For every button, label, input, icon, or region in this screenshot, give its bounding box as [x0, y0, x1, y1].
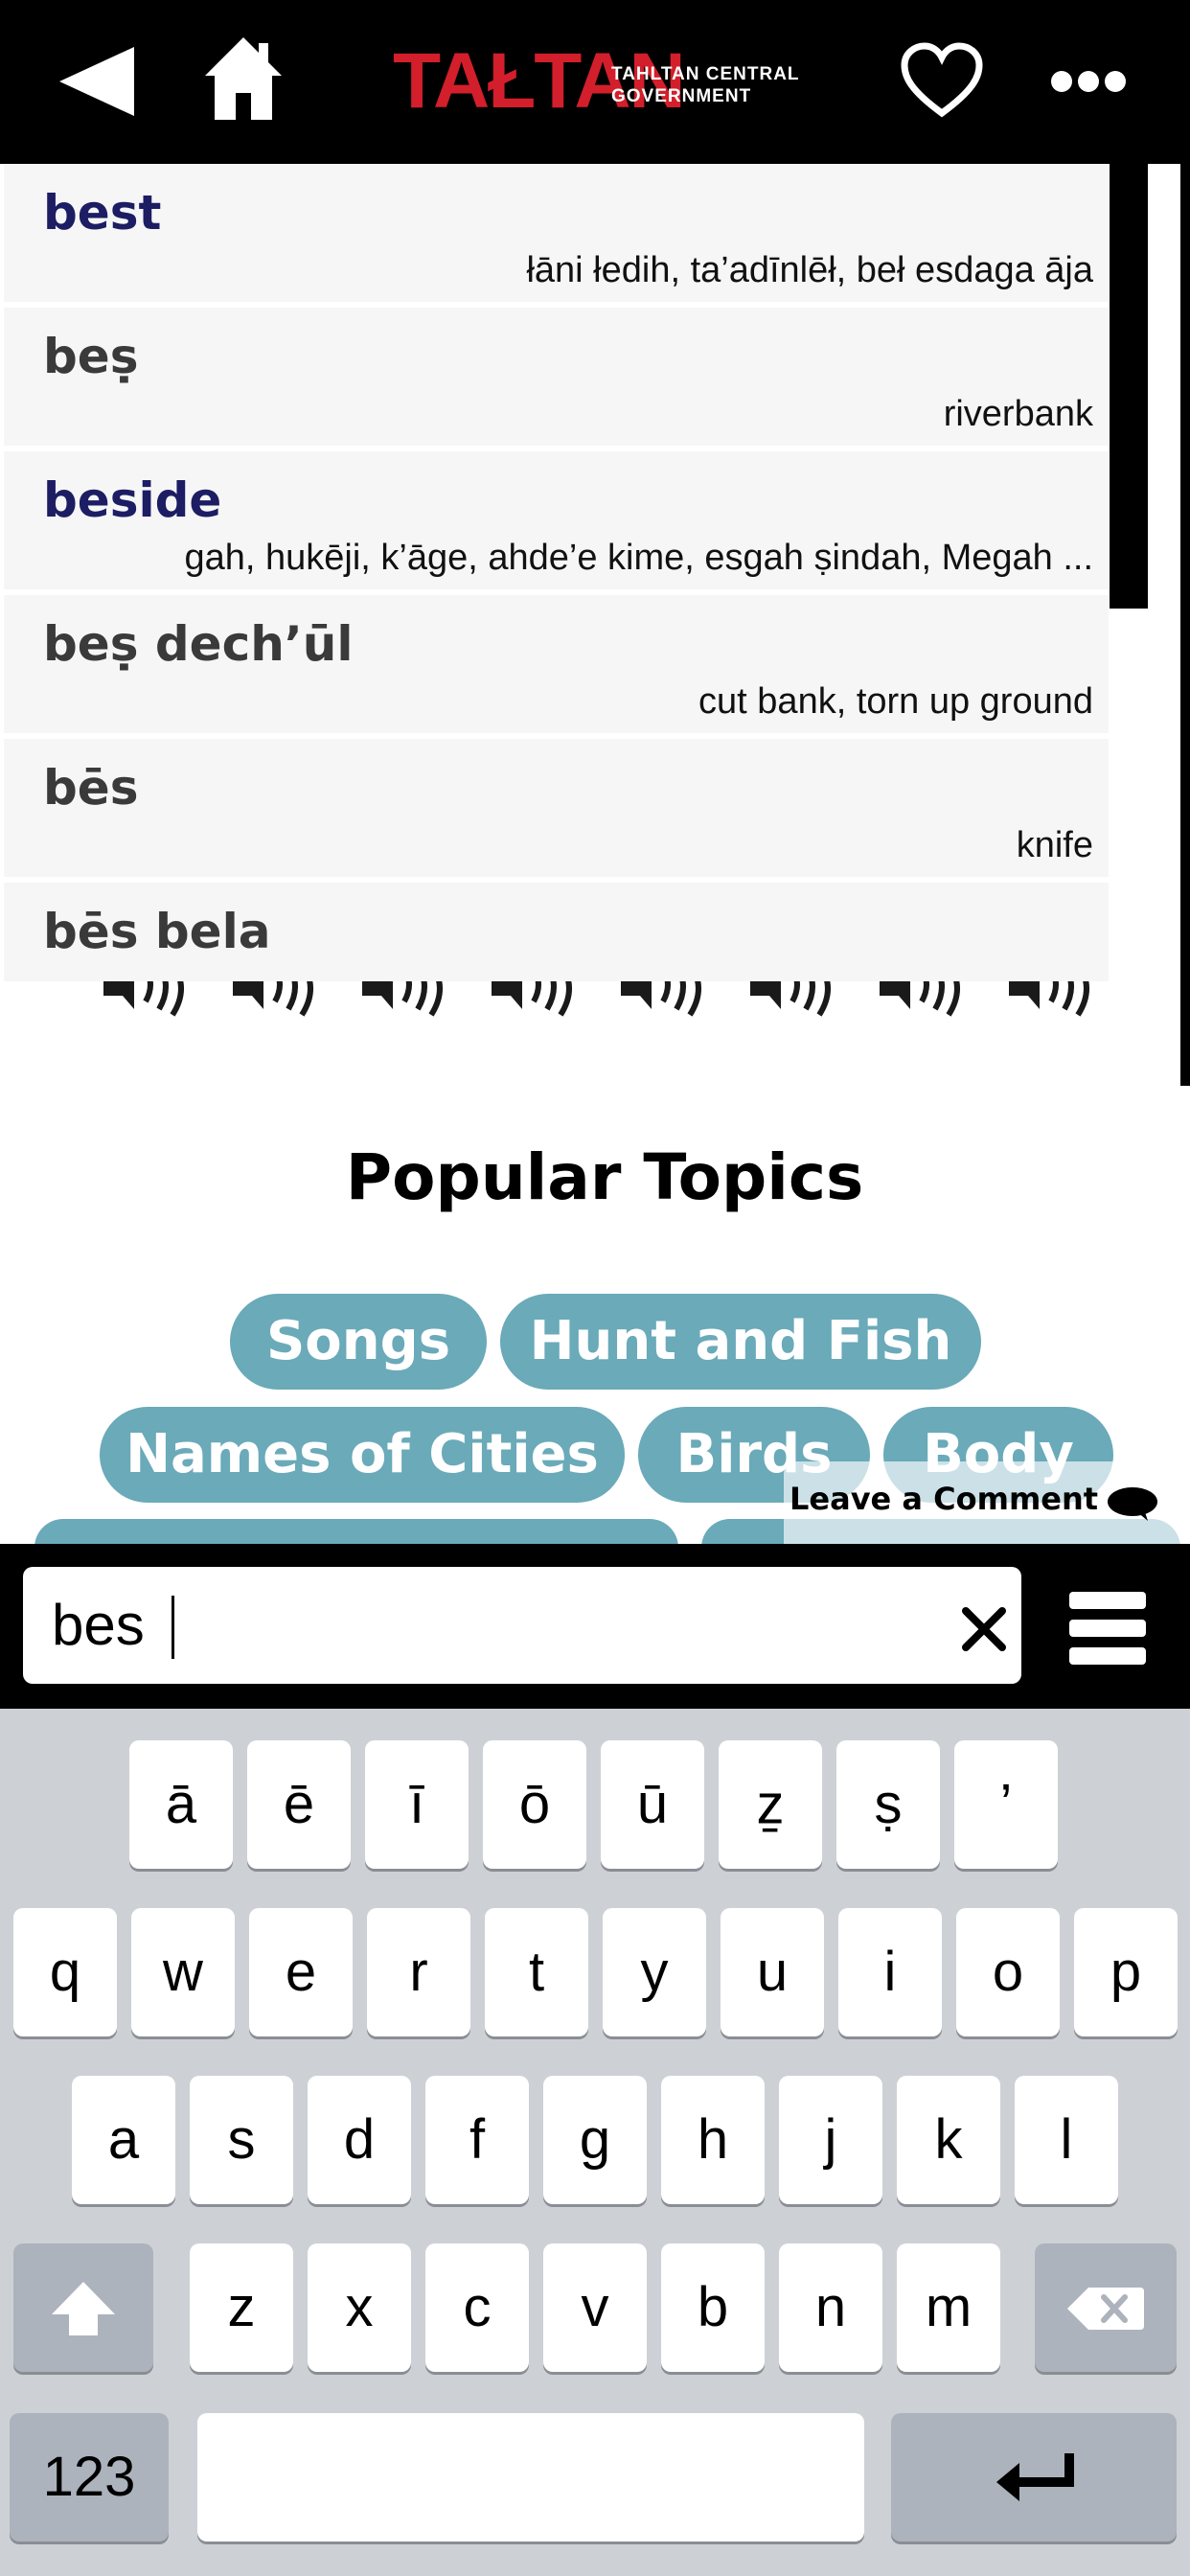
key-g[interactable]: g: [543, 2076, 647, 2204]
hamburger-icon-bar: [1069, 1647, 1146, 1665]
suggestion-translation: knife: [1016, 825, 1093, 865]
key-e[interactable]: e: [249, 1908, 353, 2036]
favorites-button[interactable]: [901, 42, 983, 119]
search-suggestions-list: best łāni łedih, ta’adīnlēł, beł esdaga ā…: [0, 164, 1110, 981]
clear-search-button[interactable]: [960, 1605, 1008, 1653]
shift-arrow-icon: [52, 2282, 115, 2335]
key-p[interactable]: p: [1074, 1908, 1178, 2036]
search-box: [23, 1567, 1021, 1684]
diacritic-key[interactable]: ’: [954, 1740, 1058, 1869]
key-d[interactable]: d: [308, 2076, 411, 2204]
key-w[interactable]: w: [131, 1908, 235, 2036]
search-bar: [0, 1544, 1190, 1709]
diacritic-key[interactable]: ū: [601, 1740, 704, 1869]
topic-chip-songs[interactable]: Songs: [230, 1294, 487, 1390]
top-bar: TAŁTAN TAHLTAN CENTRAL GOVERNMENT: [0, 0, 1190, 164]
diacritic-key[interactable]: ẕ: [719, 1740, 822, 1869]
page-scrollbar[interactable]: [1180, 164, 1190, 1086]
space-key[interactable]: [197, 2413, 864, 2542]
leave-comment-label: Leave a Comment: [790, 1481, 1099, 1517]
taltan-logo: TAŁTAN TAHLTAN CENTRAL GOVERNMENT: [393, 34, 799, 126]
suggestion-item[interactable]: best łāni łedih, ta’adīnlēł, beł esdaga ā…: [4, 164, 1109, 308]
more-dots-icon: [1051, 71, 1126, 92]
heart-icon: [901, 42, 983, 118]
key-s[interactable]: s: [190, 2076, 293, 2204]
key-c[interactable]: c: [425, 2243, 529, 2372]
key-n[interactable]: n: [779, 2243, 882, 2372]
key-z[interactable]: z: [190, 2243, 293, 2372]
key-r[interactable]: r: [367, 1908, 470, 2036]
return-key[interactable]: [891, 2413, 1177, 2542]
suggestion-item[interactable]: beṣ riverbank: [4, 308, 1109, 451]
suggestions-scrollbar[interactable]: [1110, 164, 1148, 609]
on-screen-keyboard: 123 ā ē ī ō ū ẕ ṣ’ q w e r t y u i o p a s d f g h j k l z x c v b n m: [0, 1709, 1190, 2576]
shift-key[interactable]: [13, 2243, 153, 2372]
suggestion-translation: gah, hukēji, k’āge, ahde’e kime, esgah ṣ…: [184, 538, 1094, 578]
back-button[interactable]: [56, 43, 142, 120]
key-v[interactable]: v: [543, 2243, 647, 2372]
suggestion-item[interactable]: bēs bela: [4, 883, 1109, 981]
suggestion-term: best: [43, 185, 162, 241]
suggestion-term: bēs bela: [43, 904, 271, 959]
return-arrow-icon: [996, 2453, 1074, 2501]
suggestion-translation: cut bank, torn up ground: [698, 681, 1093, 722]
key-y[interactable]: y: [603, 1908, 706, 2036]
suggestion-term: beside: [43, 472, 222, 528]
backspace-key[interactable]: [1035, 2243, 1177, 2372]
key-t[interactable]: t: [485, 1908, 588, 2036]
back-arrow-icon: [59, 47, 134, 116]
key-b[interactable]: b: [661, 2243, 765, 2372]
close-icon: [962, 1607, 1006, 1651]
speech-bubble-icon: [1108, 1487, 1157, 1521]
key-u[interactable]: u: [721, 1908, 824, 2036]
diacritic-key[interactable]: ā: [129, 1740, 233, 1869]
key-o[interactable]: o: [956, 1908, 1060, 2036]
hamburger-icon: [1069, 1592, 1146, 1609]
suggestion-item[interactable]: beṣ dech’ūl cut bank, torn up ground: [4, 595, 1109, 739]
more-button[interactable]: [1050, 69, 1127, 94]
leave-comment-tab[interactable]: Leave a Comment: [784, 1461, 1190, 1544]
backspace-icon: [1067, 2288, 1144, 2330]
key-h[interactable]: h: [661, 2076, 765, 2204]
key-f[interactable]: f: [425, 2076, 529, 2204]
suggestion-term: beṣ: [43, 329, 139, 384]
key-i[interactable]: i: [838, 1908, 942, 2036]
key-x[interactable]: x: [308, 2243, 411, 2372]
suggestion-translation: riverbank: [943, 394, 1093, 434]
suggestion-term: beṣ dech’ūl: [43, 616, 354, 672]
key-k[interactable]: k: [897, 2076, 1000, 2204]
numbers-key[interactable]: 123: [10, 2413, 169, 2542]
key-m[interactable]: m: [897, 2243, 1000, 2372]
key-l[interactable]: l: [1015, 2076, 1118, 2204]
topic-chip-hunt-and-fish[interactable]: Hunt and Fish: [500, 1294, 981, 1390]
diacritic-key[interactable]: ē: [247, 1740, 351, 1869]
search-input[interactable]: [52, 1586, 914, 1663]
hamburger-icon-bar: [1069, 1620, 1146, 1637]
diacritic-key[interactable]: ī: [365, 1740, 469, 1869]
key-q[interactable]: q: [13, 1908, 117, 2036]
suggestion-item[interactable]: beside gah, hukēji, k’āge, ahde’e kime, e…: [4, 451, 1109, 595]
home-icon: [205, 37, 282, 120]
home-button[interactable]: [203, 35, 284, 124]
topic-chip-names-of-cities[interactable]: Names of Cities: [100, 1407, 625, 1503]
logo-subtitle: TAHLTAN CENTRAL GOVERNMENT: [611, 64, 800, 106]
suggestion-item[interactable]: bēs knife: [4, 739, 1109, 883]
text-caret: [172, 1596, 174, 1659]
suggestion-translation: łāni łedih, ta’adīnlēł, beł esdaga āja: [526, 250, 1093, 290]
key-a[interactable]: a: [72, 2076, 175, 2204]
popular-topics-title: Popular Topics: [345, 1140, 864, 1214]
diacritic-key[interactable]: ō: [483, 1740, 586, 1869]
menu-button[interactable]: [1069, 1592, 1146, 1665]
key-j[interactable]: j: [779, 2076, 882, 2204]
diacritic-key[interactable]: ṣ: [836, 1740, 940, 1869]
suggestion-term: bēs: [43, 760, 139, 816]
